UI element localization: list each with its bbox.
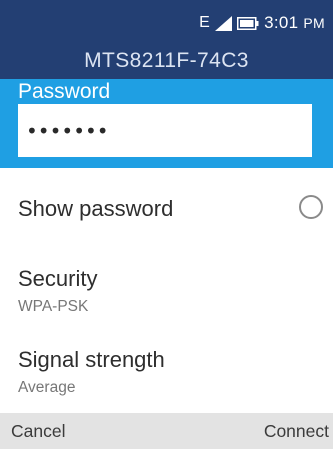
cancel-softkey[interactable]: Cancel xyxy=(11,421,65,442)
show-password-radio[interactable] xyxy=(299,195,323,219)
security-item: Security WPA-PSK xyxy=(18,266,323,316)
status-bar: E 3:01 PM xyxy=(199,12,325,34)
clock-suffix: PM xyxy=(303,15,325,31)
signal-strength-label: Signal strength xyxy=(18,347,165,372)
battery-icon xyxy=(237,16,259,30)
password-section: Password xyxy=(0,79,333,168)
signal-strength-value: Average xyxy=(18,379,76,396)
show-password-option[interactable]: Show password xyxy=(18,195,323,226)
signal-strength-item: Signal strength Average xyxy=(18,347,323,397)
password-label: Password xyxy=(18,80,111,103)
security-value: WPA-PSK xyxy=(18,298,89,315)
softkey-bar: Cancel Connect xyxy=(0,413,333,449)
network-type-indicator: E xyxy=(199,14,211,31)
clock-time: 3:01 xyxy=(264,13,299,32)
network-name-title: MTS8211F-74C3 xyxy=(84,49,249,72)
show-password-label: Show password xyxy=(18,196,174,221)
signal-strength-icon xyxy=(215,15,233,31)
security-label: Security xyxy=(18,266,98,291)
app-header: E 3:01 PM MTS8211F-74C3 xyxy=(0,0,333,79)
connect-softkey[interactable]: Connect xyxy=(264,421,329,442)
password-input[interactable] xyxy=(18,104,312,157)
clock: 3:01 PM xyxy=(264,13,325,33)
